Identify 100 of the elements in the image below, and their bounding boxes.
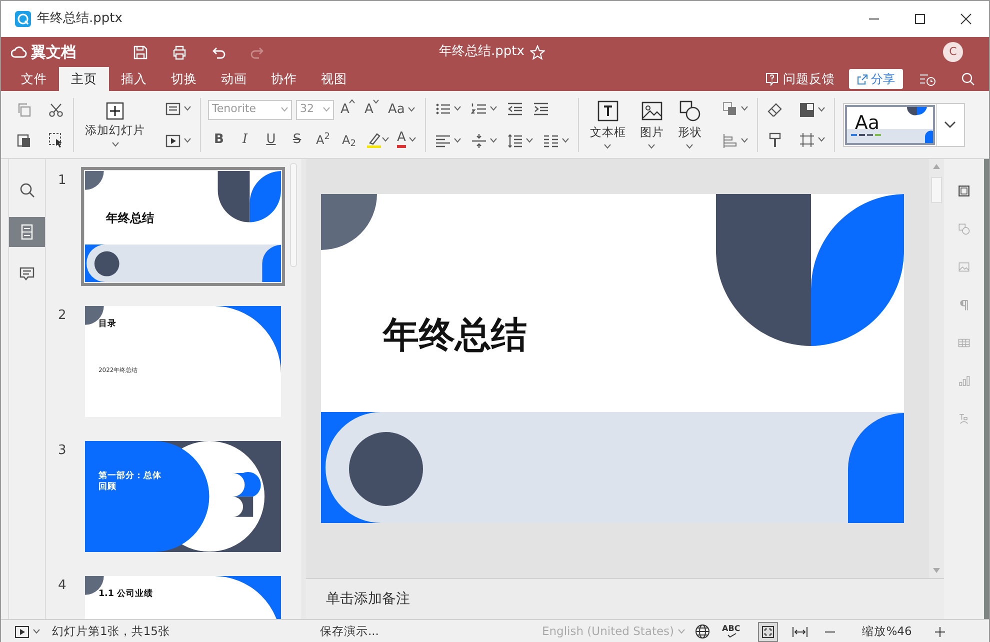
shapes-icon <box>958 221 970 237</box>
vertical-align-icon <box>470 132 487 148</box>
fill-icon <box>798 102 815 118</box>
zoom-level: 缩放%46 <box>862 622 912 640</box>
play-icon <box>165 132 181 148</box>
caret-icon <box>740 106 748 111</box>
fit-width-icon[interactable] <box>792 626 808 638</box>
caret-icon <box>648 144 656 149</box>
star-icon[interactable] <box>530 44 546 60</box>
caret-icon <box>112 142 118 147</box>
slide-title: 目录 <box>98 319 116 330</box>
add-slide-button[interactable]: 添加幻灯片 <box>81 102 149 147</box>
close-icon[interactable] <box>960 13 972 25</box>
slide-title: 第一部分：总体回顾 <box>98 471 162 492</box>
globe-icon[interactable] <box>695 624 710 639</box>
arrange-layout-icon <box>798 132 815 148</box>
search-icon[interactable] <box>961 72 975 86</box>
slides-panel-button[interactable] <box>9 217 45 247</box>
align-objects-icon <box>722 132 738 148</box>
format-painter-icon <box>766 132 783 148</box>
eraser-icon-icon <box>766 102 783 118</box>
fit-slide-button[interactable] <box>758 622 778 642</box>
corner-shape <box>85 171 104 190</box>
caret-icon <box>408 107 415 112</box>
font-color-button[interactable]: A <box>395 128 418 150</box>
fit-icon <box>762 626 774 638</box>
picture-button[interactable]: 图片 <box>636 100 668 149</box>
align-icon <box>434 132 451 148</box>
corner-shape <box>321 194 377 250</box>
grow-font-button[interactable]: A <box>338 98 358 120</box>
slides-icon <box>19 224 35 240</box>
leaf-shape <box>218 171 250 222</box>
menu-tab[interactable]: 协作 <box>259 67 309 91</box>
avatar[interactable]: C <box>943 42 963 62</box>
feedback-button[interactable]: 问题反馈 <box>765 70 843 88</box>
script-button[interactable]: A$^{2}$ <box>312 128 334 150</box>
zoom-in-icon[interactable] <box>934 626 946 638</box>
menu-tab[interactable]: 动画 <box>209 67 259 91</box>
bold-button[interactable]: B <box>208 128 230 150</box>
history-icon[interactable] <box>919 72 937 86</box>
save-icon[interactable] <box>133 44 148 60</box>
slide-preview[interactable]: 1.1 公司业绩 <box>85 576 281 619</box>
share-button[interactable]: 分享 <box>849 69 903 89</box>
slide-title: 年终总结 <box>106 211 154 226</box>
arrange-icon <box>722 100 738 116</box>
slide-number: 2 <box>58 307 67 325</box>
theme-preview[interactable]: Aa <box>844 104 935 144</box>
line-spacing-icon <box>506 132 523 148</box>
help-icon <box>765 72 779 86</box>
slide-number: 4 <box>58 577 67 595</box>
maximize-icon[interactable] <box>914 13 926 25</box>
up-caret-icon <box>349 98 356 104</box>
caret-icon <box>454 106 461 111</box>
highlighter-icon <box>366 132 382 148</box>
script-button[interactable]: A$_{2}$ <box>338 128 360 150</box>
cloud-icon <box>11 45 27 59</box>
corner-shape <box>262 244 281 282</box>
menu-tab[interactable]: 视图 <box>309 67 359 91</box>
menu-tab[interactable]: 插入 <box>109 67 159 91</box>
copy-icon <box>16 102 32 118</box>
print-icon[interactable] <box>172 44 187 60</box>
cut-icon <box>48 102 64 118</box>
scrollbar-thumb[interactable] <box>290 163 297 267</box>
spell-check-button[interactable]: ABC <box>722 625 740 638</box>
text-box-button[interactable]: 文本框 <box>586 100 630 149</box>
underline-button[interactable]: U <box>260 128 282 150</box>
caret-icon <box>323 107 330 112</box>
shrink-font-button[interactable]: A <box>362 98 382 120</box>
menu-tab[interactable]: 主页 <box>59 67 109 91</box>
decrease-indent-icon <box>506 100 523 116</box>
menu-tab[interactable]: 切换 <box>159 67 209 91</box>
strike-button[interactable]: S <box>286 128 308 150</box>
slideshow-button[interactable] <box>15 626 40 638</box>
theme-sample-text: Aa <box>854 110 880 136</box>
notes-field[interactable]: 单击添加备注 <box>306 578 944 619</box>
undo-icon[interactable] <box>211 44 226 60</box>
shape-button[interactable]: 形状 <box>674 100 706 149</box>
save-status: 保存演示... <box>320 622 380 640</box>
slide-number: 3 <box>58 442 67 460</box>
search-icon <box>19 182 35 198</box>
caret-icon <box>454 138 461 143</box>
caret-icon <box>678 629 686 634</box>
columns-icon <box>542 132 559 148</box>
slide-preview[interactable]: 第一部分：总体回顾 <box>85 441 281 552</box>
leaf-shape <box>232 472 261 497</box>
corner-shape <box>85 244 106 282</box>
italic-button[interactable]: I <box>234 128 256 150</box>
change-case-button[interactable]: Aa <box>386 98 417 120</box>
caret-icon <box>33 629 40 634</box>
scrollbar-thumb[interactable] <box>931 177 942 203</box>
play-icon <box>15 626 29 638</box>
chevron-down-icon <box>944 120 956 128</box>
caret-icon <box>490 138 497 143</box>
slide-number: 1 <box>58 172 67 190</box>
layout-icon <box>165 100 181 116</box>
caret-icon <box>818 137 825 142</box>
caret-icon <box>686 144 694 149</box>
text-box-icon <box>596 100 619 122</box>
menu-tab[interactable]: 文件 <box>9 67 59 91</box>
picture-icon <box>640 100 663 122</box>
